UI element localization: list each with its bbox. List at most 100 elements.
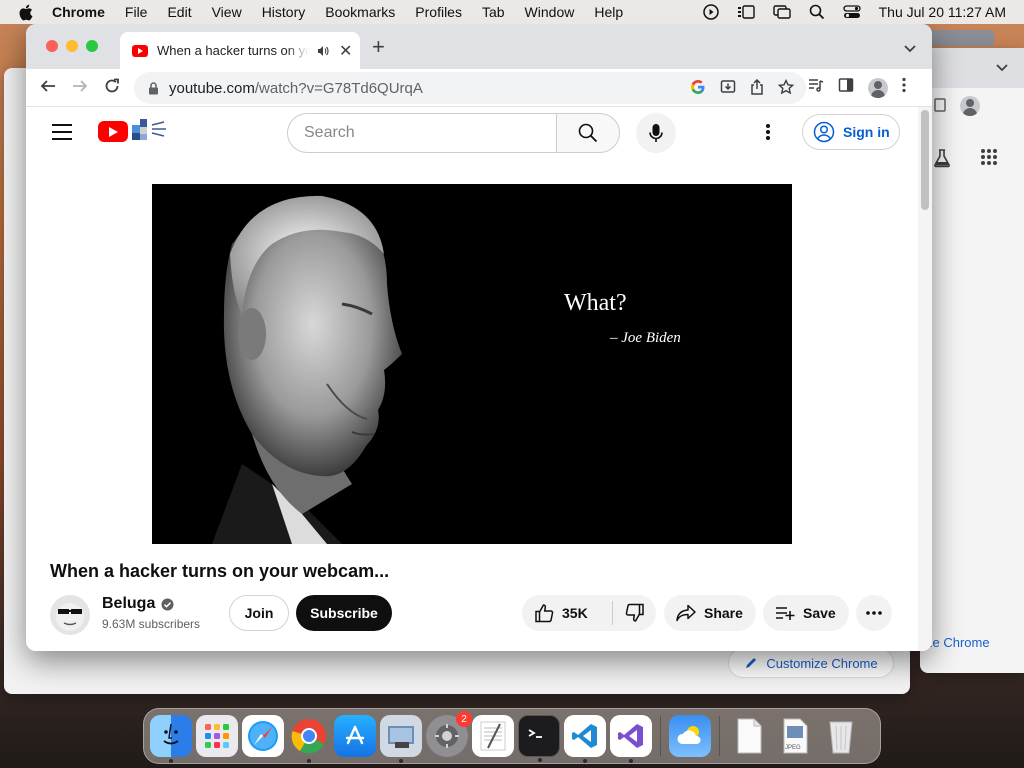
join-button[interactable]: Join	[229, 595, 289, 631]
menu-bookmarks[interactable]: Bookmarks	[325, 4, 395, 20]
screen-mirroring-icon[interactable]	[772, 5, 791, 19]
tab-strip: When a hacker turns on your webcam... ✕ …	[26, 24, 932, 69]
channel-avatar[interactable]	[50, 595, 90, 635]
page-scrollbar[interactable]	[918, 107, 932, 651]
menu-clock[interactable]: Thu Jul 20 11:27 AM	[879, 4, 1006, 20]
video-quote-author: – Joe Biden	[610, 330, 681, 346]
menu-help[interactable]: Help	[594, 4, 623, 20]
reading-list-icon[interactable]	[808, 77, 824, 98]
youtube-search-input[interactable]: Search	[287, 113, 557, 153]
video-player[interactable]: What? – Joe Biden	[152, 184, 792, 544]
settings-more-icon[interactable]	[766, 123, 770, 146]
close-window-button[interactable]	[46, 40, 58, 52]
subscribe-button[interactable]: Subscribe	[296, 595, 392, 631]
like-count: 35K	[562, 605, 588, 621]
bookmark-star-icon[interactable]	[777, 78, 795, 99]
tab-youtube[interactable]: When a hacker turns on your webcam... ✕	[120, 32, 360, 69]
hamburger-menu-icon[interactable]	[52, 124, 72, 140]
youtube-favicon-icon	[132, 44, 148, 57]
profile-avatar-icon[interactable]	[868, 77, 888, 98]
dock-visual-studio-icon[interactable]	[610, 715, 652, 763]
play-status-icon[interactable]	[702, 4, 719, 20]
playlist-add-icon	[776, 607, 795, 620]
customize-chrome-button[interactable]: Customize Chrome	[728, 648, 894, 678]
thumbs-down-icon	[625, 603, 644, 622]
stage-manager-icon[interactable]	[737, 5, 755, 19]
video-title: When a hacker turns on your webcam...	[50, 561, 390, 581]
youtube-logo-icon[interactable]	[98, 121, 128, 142]
dock-weather-icon[interactable]	[669, 715, 711, 757]
install-app-icon[interactable]	[720, 79, 736, 99]
more-actions-button[interactable]	[856, 595, 892, 631]
close-tab-icon[interactable]: ✕	[339, 41, 352, 61]
url-path: /watch?v=G78Td6QUrqA	[254, 79, 423, 97]
labs-flask-icon[interactable]	[932, 148, 952, 168]
new-tab-button[interactable]: +	[372, 36, 385, 58]
dislike-button[interactable]	[614, 595, 656, 631]
window-controls	[46, 40, 98, 52]
profile-avatar-icon[interactable]	[960, 96, 980, 116]
dock-document-icon[interactable]	[728, 715, 770, 757]
tab-search-chevron-icon[interactable]	[904, 40, 916, 58]
control-center-icon[interactable]	[842, 5, 861, 19]
dock-chrome-icon[interactable]	[288, 715, 330, 763]
chrome-menu-icon[interactable]	[902, 77, 906, 98]
share-button[interactable]: Share	[664, 595, 756, 631]
menu-tab[interactable]: Tab	[482, 4, 505, 20]
dock-launchpad-icon[interactable]	[196, 715, 238, 757]
lock-icon[interactable]	[148, 81, 159, 95]
dock-finder-icon[interactable]	[150, 715, 192, 763]
dock-system-settings-icon[interactable]: 2	[426, 711, 472, 757]
menu-window[interactable]: Window	[525, 4, 575, 20]
customize-chrome-partial[interactable]: ze Chrome	[920, 628, 1020, 656]
dock-safari-icon[interactable]	[242, 715, 284, 757]
menu-file[interactable]: File	[125, 4, 148, 20]
menu-app-name[interactable]: Chrome	[52, 4, 105, 20]
save-button[interactable]: Save	[763, 595, 849, 631]
back-arrow-icon[interactable]	[40, 78, 56, 99]
verified-check-icon	[161, 598, 174, 610]
dock-trash-icon[interactable]	[820, 715, 862, 757]
apple-menu-icon[interactable]	[18, 4, 38, 21]
sign-in-label: Sign in	[843, 124, 890, 140]
youtube-doodle-icon[interactable]	[132, 119, 172, 141]
channel-name-label: Beluga	[102, 595, 156, 612]
google-lens-icon[interactable]	[690, 79, 706, 99]
menu-view[interactable]: View	[212, 4, 242, 20]
share-page-icon[interactable]	[750, 78, 764, 99]
microphone-icon	[649, 124, 663, 142]
dock-preview-icon[interactable]	[380, 715, 422, 763]
background-chrome-window	[920, 48, 1024, 673]
reload-icon[interactable]	[104, 78, 120, 99]
dock-separator-2	[719, 716, 720, 756]
sign-in-button[interactable]: Sign in	[802, 114, 900, 150]
voice-search-button[interactable]	[636, 113, 676, 153]
scrollbar-thumb[interactable]	[921, 110, 929, 210]
zoom-window-button[interactable]	[86, 40, 98, 52]
dock-app-store-icon[interactable]	[334, 715, 376, 757]
dock-terminal-icon[interactable]	[518, 715, 560, 762]
dock-vscode-icon[interactable]	[564, 715, 606, 763]
dock-jpeg-file-icon[interactable]: JPEG	[774, 715, 816, 757]
apps-grid-icon[interactable]	[980, 148, 998, 166]
speaker-audio-icon[interactable]	[317, 45, 329, 57]
like-button[interactable]: 35K	[522, 595, 612, 631]
minimize-window-button[interactable]	[66, 40, 78, 52]
address-bar[interactable]: youtube.com/watch?v=G78Td6QUrqA	[134, 72, 806, 104]
tab-title: When a hacker turns on your webcam...	[157, 43, 309, 58]
subscriber-count: 9.63M subscribers	[102, 617, 201, 631]
save-label: Save	[803, 605, 836, 621]
channel-name[interactable]: Beluga	[102, 595, 174, 613]
menu-history[interactable]: History	[262, 4, 306, 20]
forward-arrow-icon[interactable]	[72, 78, 88, 99]
side-panel-icon[interactable]	[838, 77, 854, 98]
more-horizontal-icon	[866, 611, 882, 615]
background-window-tabstrip	[920, 48, 1024, 88]
customize-chrome-partial-label: ze Chrome	[926, 634, 990, 650]
menu-profiles[interactable]: Profiles	[415, 4, 462, 20]
youtube-search-button[interactable]	[556, 113, 620, 153]
menu-edit[interactable]: Edit	[167, 4, 191, 20]
dock-textedit-icon[interactable]	[472, 715, 514, 757]
youtube-header: Search Sign in	[26, 107, 932, 157]
spotlight-search-icon[interactable]	[809, 4, 825, 20]
